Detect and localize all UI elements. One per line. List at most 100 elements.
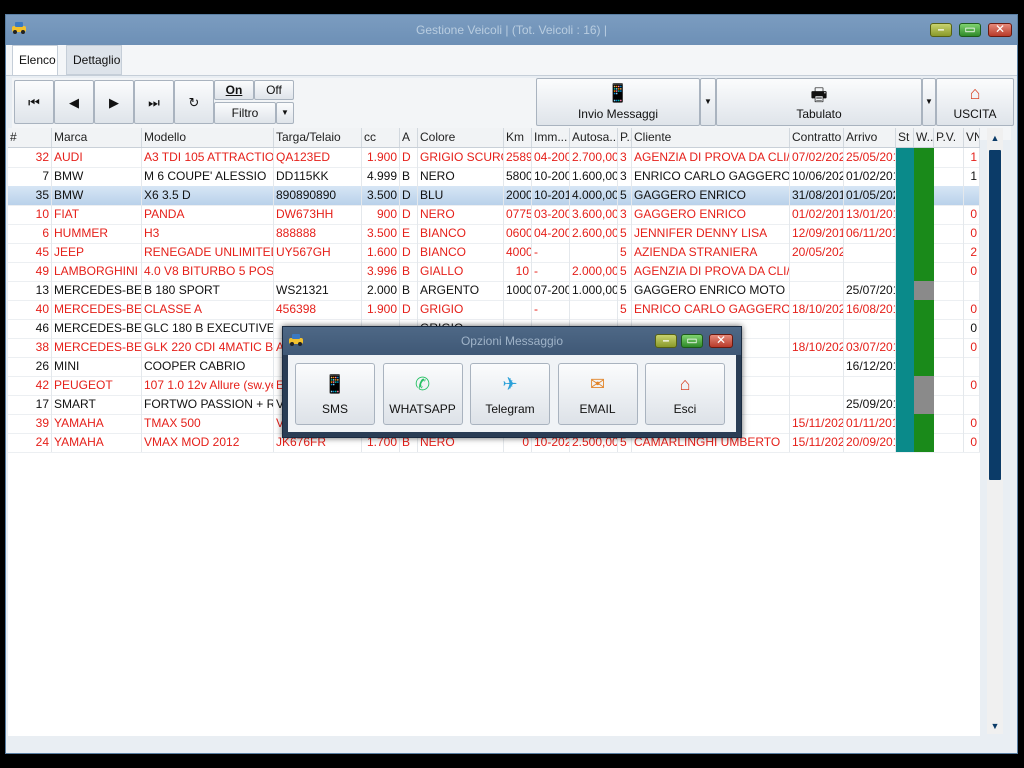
column-header[interactable]: Modello bbox=[142, 128, 274, 147]
whatsapp-button[interactable]: ✆ WHATSAPP bbox=[382, 363, 463, 425]
first-record-button[interactable]: ⏮ bbox=[14, 80, 54, 124]
maximize-button[interactable]: ▭ bbox=[959, 22, 981, 37]
dialog-title-bar[interactable]: Opzioni Messaggio – ▭ ✕ bbox=[283, 327, 741, 355]
table-cell: HUMMER bbox=[52, 224, 142, 243]
table-cell bbox=[934, 376, 964, 395]
table-cell: 24 bbox=[8, 433, 52, 452]
table-cell: 10-200 bbox=[532, 167, 570, 186]
table-cell: 15/11/202 bbox=[790, 414, 844, 433]
invio-messaggi-button[interactable]: 📱 Invio Messaggi bbox=[536, 78, 700, 126]
column-header[interactable]: VND bbox=[964, 128, 980, 147]
column-header[interactable]: Cliente bbox=[632, 128, 790, 147]
scroll-down-icon[interactable]: ▼ bbox=[987, 718, 1003, 734]
tab-elenco[interactable]: Elenco bbox=[12, 45, 58, 75]
uscita-button[interactable]: ⌂ USCITA bbox=[936, 78, 1014, 126]
dialog-minimize-button[interactable]: – bbox=[655, 333, 677, 348]
table-cell bbox=[934, 148, 964, 167]
title-bar[interactable]: Gestione Veicoli | (Tot. Veicoli : 16) |… bbox=[6, 15, 1017, 45]
table-cell bbox=[934, 167, 964, 186]
refresh-button[interactable]: ↻ bbox=[174, 80, 214, 124]
column-header[interactable]: cc bbox=[362, 128, 400, 147]
tabulato-button[interactable]: 🖶 Tabulato bbox=[716, 78, 922, 126]
minimize-icon: – bbox=[662, 333, 670, 347]
table-row[interactable]: 10 FIAT PANDA DW673HH 900 D NERO 0775 03-200 3.60… bbox=[8, 205, 980, 225]
table-cell: GLC 180 B EXECUTIVE bbox=[142, 319, 274, 338]
table-cell: 1.900 bbox=[362, 148, 400, 167]
table-cell bbox=[934, 224, 964, 243]
table-row[interactable]: 49 LAMBORGHINI 4.0 V8 BITURBO 5 POSTI 3.996… bbox=[8, 262, 980, 282]
table-cell bbox=[790, 376, 844, 395]
table-cell bbox=[790, 319, 844, 338]
sms-button[interactable]: 📱 SMS bbox=[295, 363, 375, 425]
table-cell: YAMAHA bbox=[52, 414, 142, 433]
tab-dettaglio[interactable]: Dettaglio bbox=[66, 45, 122, 75]
web-indicator bbox=[914, 376, 934, 395]
table-row[interactable]: 7 BMW M 6 COUPE' ALESSIO DD115KK 4.999 B NERO 5… bbox=[8, 167, 980, 187]
column-header[interactable]: Imm... bbox=[532, 128, 570, 147]
scroll-thumb[interactable] bbox=[989, 150, 1001, 480]
table-cell: CLASSE A bbox=[142, 300, 274, 319]
next-record-button[interactable]: ▶ bbox=[94, 80, 134, 124]
table-cell: 18/10/202 bbox=[790, 338, 844, 357]
email-button[interactable]: ✉ EMAIL bbox=[557, 363, 638, 425]
dialog-button-label: SMS bbox=[321, 402, 348, 416]
telegram-button[interactable]: ✈ Telegram bbox=[470, 363, 550, 425]
column-header[interactable]: P.V. bbox=[934, 128, 964, 147]
table-cell: GRIGIO SCURO bbox=[418, 148, 504, 167]
column-header[interactable]: Autosa... bbox=[570, 128, 618, 147]
column-header[interactable]: Contratto bbox=[790, 128, 844, 147]
status-indicator bbox=[896, 186, 914, 205]
table-cell bbox=[934, 433, 964, 452]
dialog-maximize-button[interactable]: ▭ bbox=[681, 333, 703, 348]
invio-dropdown-button[interactable]: ▼ bbox=[700, 78, 716, 126]
tab-strip: Elenco Dettaglio bbox=[6, 45, 1017, 76]
web-indicator bbox=[914, 262, 934, 281]
table-cell bbox=[790, 262, 844, 281]
column-header[interactable]: # bbox=[8, 128, 52, 147]
table-cell: 01/05/202 bbox=[844, 186, 896, 205]
table-cell bbox=[934, 281, 964, 300]
column-header[interactable]: Colore bbox=[418, 128, 504, 147]
last-record-button[interactable]: ⏭ bbox=[134, 80, 174, 124]
filter-off-button[interactable]: Off bbox=[254, 80, 294, 100]
table-cell: BMW bbox=[52, 186, 142, 205]
table-row[interactable]: 32 AUDI A3 TDI 105 ATTRACTION QA123ED 1.900 D… bbox=[8, 148, 980, 168]
filter-on-button[interactable]: On bbox=[214, 80, 254, 100]
column-header[interactable]: Marca bbox=[52, 128, 142, 147]
table-cell: M 6 COUPE' ALESSIO bbox=[142, 167, 274, 186]
filter-button[interactable]: Filtro bbox=[214, 102, 276, 124]
column-header[interactable]: St bbox=[896, 128, 914, 147]
table-cell: 0 bbox=[964, 300, 980, 319]
table-cell bbox=[934, 395, 964, 414]
table-row[interactable]: 45 JEEP RENEGADE UNLIMITED UY567GH 1.600 D BIA… bbox=[8, 243, 980, 263]
esci-button[interactable]: ⌂ Esci bbox=[645, 363, 725, 425]
table-row[interactable]: 13MERCEDES-BENZB 180 SPORTWS213212.000BA… bbox=[8, 281, 980, 301]
web-indicator bbox=[914, 186, 934, 205]
column-header[interactable]: Arrivo bbox=[844, 128, 896, 147]
table-cell: 5 bbox=[618, 300, 632, 319]
prev-record-button[interactable]: ◀ bbox=[54, 80, 94, 124]
table-cell: 3.500 bbox=[362, 224, 400, 243]
tabulato-dropdown-button[interactable]: ▼ bbox=[922, 78, 936, 126]
web-indicator bbox=[914, 243, 934, 262]
table-cell: 0775 bbox=[504, 205, 532, 224]
column-header[interactable]: P... bbox=[618, 128, 632, 147]
column-header[interactable]: W... bbox=[914, 128, 934, 147]
vertical-scrollbar[interactable]: ▲ ▼ bbox=[987, 128, 1003, 734]
table-cell: 0 bbox=[964, 338, 980, 357]
table-cell: - bbox=[532, 262, 570, 281]
status-indicator bbox=[896, 167, 914, 186]
column-header[interactable]: Km bbox=[504, 128, 532, 147]
table-row[interactable]: 6 HUMMER H3 888888 3.500 E BIANCO 0600 04-200 2.6… bbox=[8, 224, 980, 244]
table-cell bbox=[934, 262, 964, 281]
dialog-close-button[interactable]: ✕ bbox=[709, 333, 733, 348]
minimize-button[interactable]: – bbox=[930, 22, 952, 37]
table-cell: B 180 SPORT bbox=[142, 281, 274, 300]
filter-dropdown-button[interactable]: ▼ bbox=[276, 102, 294, 124]
column-header[interactable]: A bbox=[400, 128, 418, 147]
table-row[interactable]: 35 BMW X6 3.5 D 890890890 3.500 D BLU 2000 10-20… bbox=[8, 186, 980, 206]
column-header[interactable]: Targa/Telaio bbox=[274, 128, 362, 147]
table-row[interactable]: 40MERCEDES-BENZCLASSE A4563981.900DGRIGI… bbox=[8, 300, 980, 320]
close-button[interactable]: ✕ bbox=[988, 22, 1012, 37]
scroll-up-icon[interactable]: ▲ bbox=[987, 130, 1003, 146]
